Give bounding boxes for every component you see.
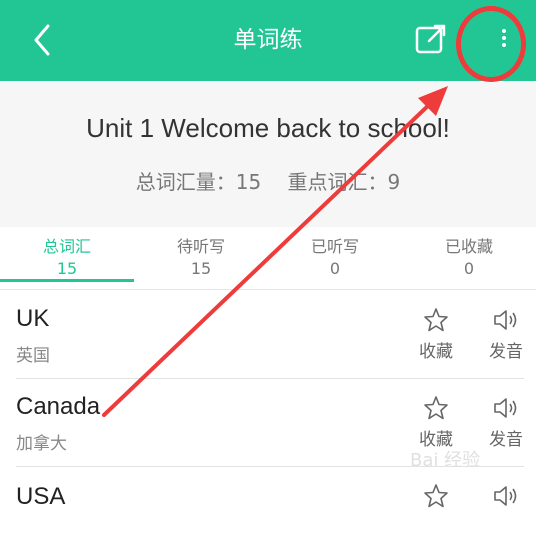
speaker-icon xyxy=(494,398,517,418)
total-count: 总词汇量：15 xyxy=(135,170,262,194)
tab-count: 0 xyxy=(463,259,475,278)
star-outline-icon xyxy=(424,308,448,332)
word-text: USA xyxy=(16,483,66,510)
tab-pending-dictation[interactable]: 待听写 15 xyxy=(134,227,268,289)
tab-label: 待听写 xyxy=(176,237,225,256)
tab-dictated[interactable]: 已听写 0 xyxy=(268,227,402,289)
annotation-circle xyxy=(456,6,526,82)
list-item[interactable]: UK 英国 收藏 发音 xyxy=(0,291,536,379)
unit-title: Unit 1 Welcome back to school! xyxy=(86,113,450,143)
star-outline-icon xyxy=(424,396,448,420)
favorite-button[interactable]: 收藏 xyxy=(406,307,466,367)
share-icon xyxy=(415,24,446,54)
speaker-icon xyxy=(494,310,517,330)
tab-label: 总词汇 xyxy=(42,237,91,256)
share-button[interactable] xyxy=(414,22,448,56)
favorite-label: 收藏 xyxy=(419,342,453,362)
tab-count: 15 xyxy=(56,259,78,278)
active-tab-indicator xyxy=(0,279,134,282)
tab-label: 已收藏 xyxy=(444,237,493,256)
word-counts: 总词汇量：15 重点词汇：9 xyxy=(0,166,536,195)
word-text: UK xyxy=(16,305,50,332)
pronounce-button[interactable]: 发音 xyxy=(476,307,536,367)
unit-header xyxy=(0,81,536,227)
word-meaning: 加拿大 xyxy=(16,434,67,454)
key-count: 重点词汇：9 xyxy=(287,170,401,194)
tab-favorited[interactable]: 已收藏 0 xyxy=(402,227,536,289)
tab-label: 已听写 xyxy=(310,237,359,256)
tab-count: 15 xyxy=(190,259,212,278)
watermark: Bai 经验 xyxy=(410,450,481,471)
tab-count: 0 xyxy=(329,259,341,278)
pronounce-label: 发音 xyxy=(489,342,523,362)
word-meaning: 英国 xyxy=(16,346,50,366)
word-text: Canada xyxy=(16,393,101,420)
